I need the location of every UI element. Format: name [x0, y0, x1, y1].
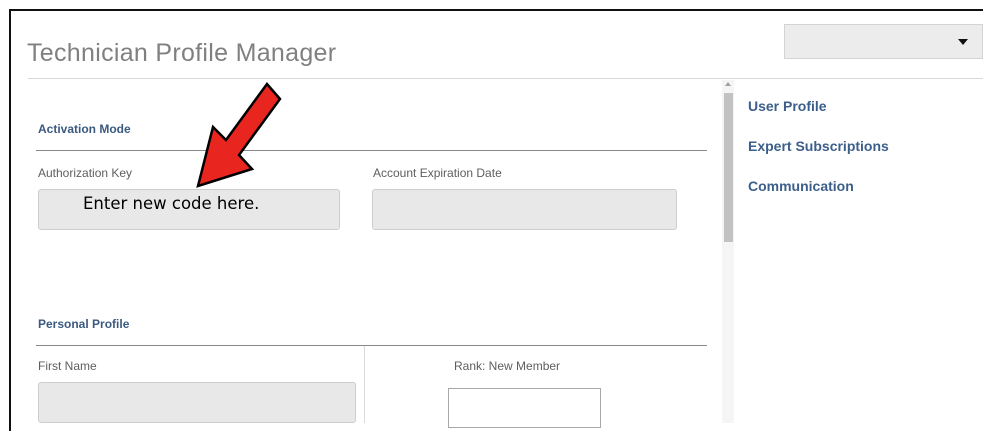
- personal-section-divider: [36, 345, 707, 346]
- nav-link-expert-subscriptions[interactable]: Expert Subscriptions: [748, 138, 889, 154]
- account-expiration-field: [372, 189, 677, 230]
- personal-profile-heading: Personal Profile: [38, 317, 130, 331]
- callout-text: Enter new code here.: [83, 194, 260, 213]
- activation-section-divider: [36, 150, 707, 151]
- scroll-up-arrow-icon[interactable]: [725, 82, 731, 86]
- nav-link-communication[interactable]: Communication: [748, 178, 854, 194]
- activation-mode-heading: Activation Mode: [38, 122, 131, 136]
- first-name-input[interactable]: [38, 382, 356, 423]
- avatar-box: [448, 388, 601, 428]
- first-name-label: First Name: [38, 359, 97, 373]
- title-divider: [28, 78, 983, 79]
- page-title: Technician Profile Manager: [27, 39, 337, 67]
- nav-link-user-profile[interactable]: User Profile: [748, 98, 827, 114]
- column-divider: [364, 346, 365, 423]
- arrow-callout-icon: [196, 81, 282, 188]
- rank-label: Rank: New Member: [454, 359, 561, 373]
- account-expiration-label: Account Expiration Date: [373, 166, 502, 180]
- top-dropdown[interactable]: [784, 24, 983, 59]
- authorization-key-label: Authorization Key: [38, 166, 133, 180]
- scrollbar-thumb[interactable]: [724, 93, 733, 242]
- chevron-down-icon: [958, 39, 968, 45]
